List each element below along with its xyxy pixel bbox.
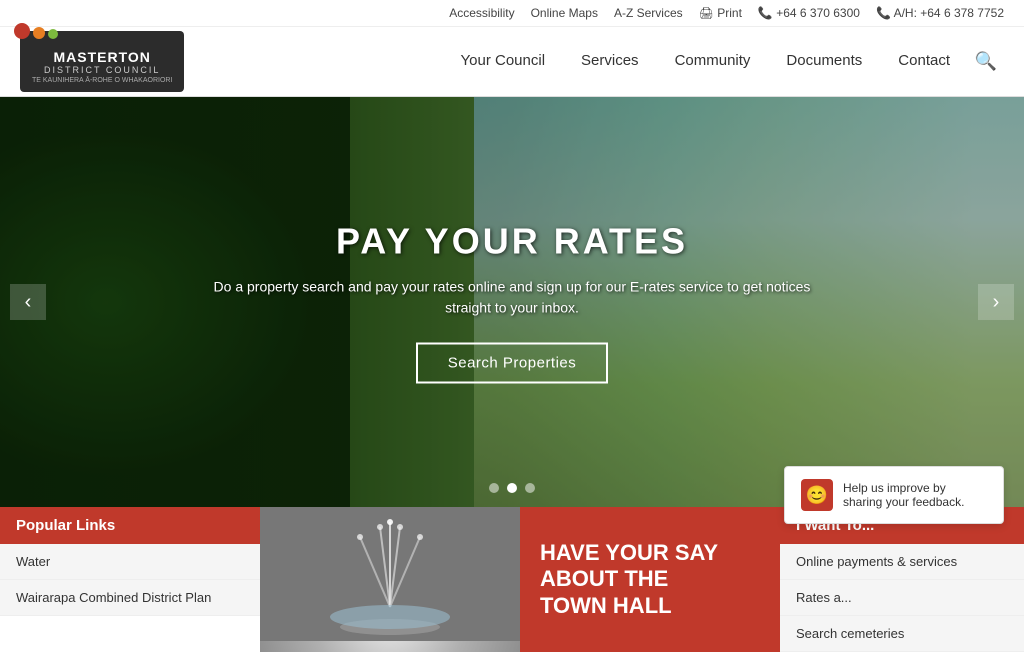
utility-bar: Accessibility Online Maps A-Z Services 🖨…	[0, 0, 1024, 27]
middle-image-section	[260, 507, 520, 652]
i-want-payments[interactable]: Online payments & services	[780, 544, 1024, 580]
hero-subtitle: Do a property search and pay your rates …	[212, 277, 812, 319]
bottom-section: Popular Links Water Wairarapa Combined D…	[0, 507, 1024, 652]
logo-circle-red	[14, 23, 30, 39]
popular-links-heading: Popular Links	[0, 507, 260, 544]
nav-contact[interactable]: Contact	[880, 27, 968, 97]
hero-dot-3[interactable]	[525, 483, 535, 493]
print-link[interactable]: 🖨 Print	[699, 6, 742, 20]
main-nav: MASTERTON DISTRICT COUNCIL TE KAUNIHERA …	[0, 27, 1024, 97]
phone1-link[interactable]: 📞 +64 6 370 6300	[758, 6, 860, 20]
logo-circles	[14, 23, 58, 39]
fountain-image	[260, 507, 520, 652]
feedback-text: Help us improve by sharing your feedback…	[843, 481, 987, 509]
nav-links: Your Council Services Community Document…	[443, 27, 1004, 97]
hero-section: PAY YOUR RATES Do a property search and …	[0, 97, 1024, 507]
hero-prev-arrow[interactable]: ‹	[10, 284, 46, 320]
hero-dot-1[interactable]	[489, 483, 499, 493]
popular-links-panel: Popular Links Water Wairarapa Combined D…	[0, 507, 260, 652]
i-want-to-panel: I Want To... Online payments & services …	[780, 507, 1024, 652]
logo-masterton-text: MASTERTON	[54, 49, 151, 65]
i-want-rates[interactable]: Rates a...	[780, 580, 1024, 616]
popular-link-wairarapa[interactable]: Wairarapa Combined District Plan	[0, 580, 260, 616]
search-icon[interactable]: 🔍	[968, 44, 1004, 80]
phone2-link[interactable]: 📞 A/H: +64 6 378 7752	[876, 6, 1004, 20]
accessibility-link[interactable]: Accessibility	[449, 6, 514, 20]
have-your-say-panel: HAVE YOUR SAY ABOUT THE TOWN HALL	[520, 507, 780, 652]
nav-your-council[interactable]: Your Council	[443, 27, 564, 97]
online-maps-link[interactable]: Online Maps	[531, 6, 598, 20]
hero-title: PAY YOUR RATES	[212, 221, 812, 263]
nav-community[interactable]: Community	[657, 27, 769, 97]
nav-services[interactable]: Services	[563, 27, 657, 97]
have-your-say-title: HAVE YOUR SAY ABOUT THE TOWN HALL	[540, 540, 760, 619]
logo-box[interactable]: MASTERTON DISTRICT COUNCIL TE KAUNIHERA …	[20, 31, 184, 92]
i-want-cemeteries[interactable]: Search cemeteries	[780, 616, 1024, 652]
hero-dots	[489, 483, 535, 493]
az-services-link[interactable]: A-Z Services	[614, 6, 683, 20]
logo-district-text: DISTRICT COUNCIL	[44, 65, 160, 75]
nav-documents[interactable]: Documents	[768, 27, 880, 97]
logo-circle-orange	[33, 27, 45, 39]
hero-dot-2[interactable]	[507, 483, 517, 493]
fountain-svg	[260, 507, 520, 641]
logo-circle-green	[48, 29, 58, 39]
hero-next-arrow[interactable]: ›	[978, 284, 1014, 320]
feedback-icon[interactable]: 😊	[801, 479, 833, 511]
logo-maori-text: TE KAUNIHERA Ā-ROHE O WHAKAORIORI	[32, 77, 172, 84]
feedback-popup: 😊 Help us improve by sharing your feedba…	[784, 466, 1004, 524]
logo-area: MASTERTON DISTRICT COUNCIL TE KAUNIHERA …	[20, 31, 184, 92]
search-properties-button[interactable]: Search Properties	[416, 343, 609, 384]
hero-content: PAY YOUR RATES Do a property search and …	[212, 221, 812, 384]
popular-link-water[interactable]: Water	[0, 544, 260, 580]
